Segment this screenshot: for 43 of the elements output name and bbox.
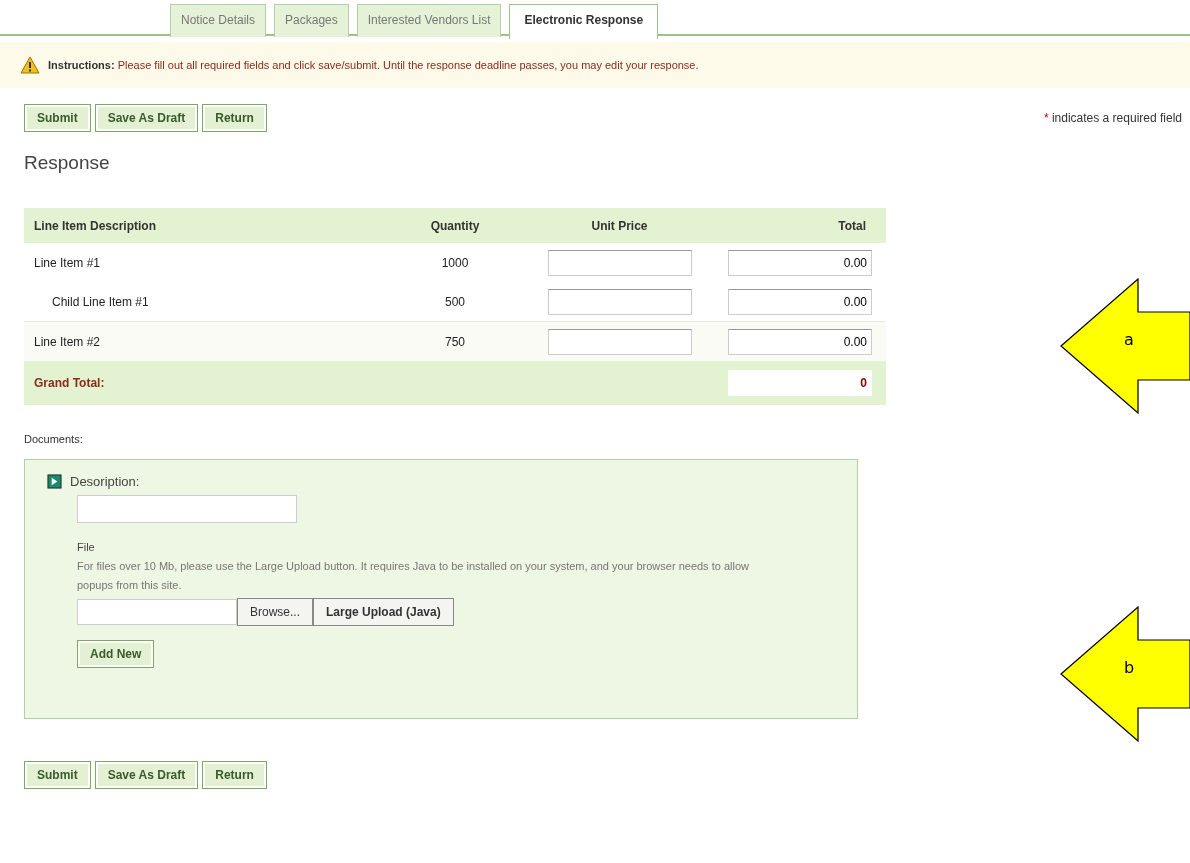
column-header: Line Item Description <box>24 208 374 243</box>
large-upload-button[interactable]: Large Upload (Java) <box>313 598 454 626</box>
grand-total-label: Grand Total: <box>34 376 105 390</box>
action-button[interactable]: Submit <box>24 761 91 789</box>
required-field-note: * indicates a required field <box>1043 111 1182 125</box>
table-cell: 750 <box>374 321 536 361</box>
tab[interactable]: Interested Vendors List <box>356 4 502 37</box>
unit-price-field[interactable] <box>547 328 692 355</box>
field-label: File <box>77 541 96 553</box>
column-header: Quantity <box>374 208 536 243</box>
total-field[interactable]: 0.00 <box>728 249 872 276</box>
unit-price-field[interactable] <box>547 249 692 276</box>
table-cell: Line Item #2 <box>24 321 374 361</box>
table-cell: Line Item #1 <box>24 243 374 282</box>
field-label: Desoription: <box>70 474 140 489</box>
column-header: Total <box>703 208 886 243</box>
browse-button[interactable]: Browse... <box>237 598 313 626</box>
instructions-text: Instructions: Please fill out all required fields and click save/submit. Until the response deadline passes, you may edit your response. <box>48 59 699 71</box>
section-heading: Response <box>24 152 111 174</box>
table-cell: 500 <box>374 282 536 322</box>
description-field[interactable] <box>77 495 297 523</box>
callout-label: b <box>1124 658 1135 677</box>
add-new-button[interactable]: Add New <box>77 640 155 668</box>
table-cell: Child Line Item #1 <box>24 282 374 322</box>
callout-label: a <box>1124 330 1134 349</box>
action-button[interactable]: Submit <box>24 104 91 132</box>
warning-icon <box>20 56 40 74</box>
file-path-field[interactable] <box>77 599 237 625</box>
unit-price-field[interactable] <box>547 288 692 315</box>
table-cell: 1000 <box>374 243 536 282</box>
action-button[interactable]: Save As Draft <box>94 104 199 132</box>
tab[interactable]: Packages <box>274 4 349 37</box>
total-field[interactable]: 0.00 <box>728 328 872 355</box>
total-field[interactable]: 0.00 <box>728 288 872 315</box>
documents-label: Documents: <box>24 433 84 445</box>
action-button[interactable]: Save As Draft <box>94 761 199 789</box>
grand-total-field[interactable]: 0 <box>728 370 872 396</box>
column-header: Unit Price <box>536 208 703 243</box>
action-button[interactable]: Return <box>202 104 267 132</box>
help-text: For files over 10 Mb, please use the Large Upload button. It requires Java to be installed on your system, and your browser needs to allow popups from this site. <box>77 559 750 593</box>
tab[interactable]: Notice Details <box>170 4 267 37</box>
tab[interactable]: Electronic Response <box>509 4 659 39</box>
action-button[interactable]: Return <box>202 761 267 789</box>
